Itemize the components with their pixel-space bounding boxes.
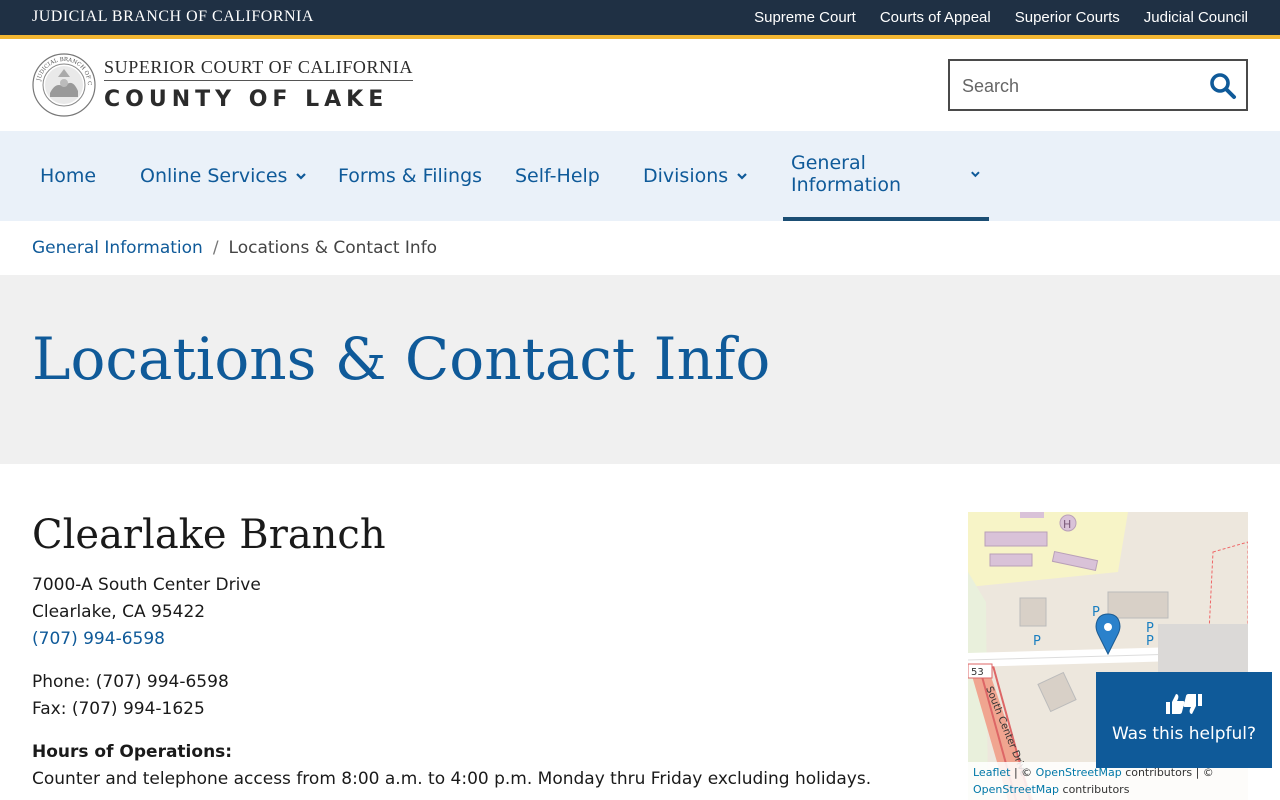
address-line-2: Clearlake, CA 95422 [32,602,206,622]
thumbs-up-down-icon [1166,694,1202,714]
phone-number: Phone: (707) 994-6598 [32,672,229,692]
search-box [948,59,1248,111]
feedback-label: Was this helpful? [1111,724,1257,744]
nav-item-label: Self-Help [515,165,600,187]
svg-text:53: 53 [971,667,984,678]
chevron-down-icon [296,173,307,180]
chevron-down-icon [971,171,980,178]
leaflet-link[interactable]: Leaflet [973,766,1010,779]
nav-item-home[interactable]: Home [40,131,96,221]
breadcrumb-link-general-information[interactable]: General Information [32,238,203,258]
site-header: JUDICIAL BRANCH OF CALIFORNIA SUPERIOR C… [0,39,1280,131]
feedback-button[interactable]: Was this helpful? [1096,672,1272,768]
nav-item-label: Divisions [643,165,729,187]
breadcrumb-separator: / [212,238,219,258]
search-input[interactable] [962,73,1202,99]
nav-item-online-services[interactable]: Online Services [140,131,307,221]
nav-item-label: General Information [791,152,901,196]
utility-link-judicial-council[interactable]: Judicial Council [1144,9,1248,26]
nav-item-divisions[interactable]: Divisions [643,131,748,221]
page-title: Locations & Contact Info [32,325,771,393]
breadcrumb: General Information / Locations & Contac… [32,238,437,258]
utility-link-supreme-court[interactable]: Supreme Court [754,9,856,26]
address-line-1: 7000-A South Center Drive [32,575,261,595]
hours-text: Counter and telephone access from 8:00 a… [32,769,872,789]
title-band: Locations & Contact Info [0,275,1280,464]
nav-item-label: Online Services [140,165,288,187]
logo-line-court: SUPERIOR COURT OF CALIFORNIA [104,57,413,81]
nav-item-label: Forms & Filings [338,165,483,187]
nav-item-general-information[interactable]: General Information [783,131,989,221]
hours-label: Hours of Operations: [32,742,233,762]
phone-link[interactable]: (707) 994-6598 [32,629,165,649]
svg-text:P: P [1146,634,1154,649]
hospital-icon: H [1063,518,1071,531]
judicial-branch-link[interactable]: JUDICIAL BRANCH OF CALIFORNIA [32,8,314,26]
main-nav: Home Online Services Forms & Filings Sel… [0,131,1280,221]
nav-item-label: Home [40,165,97,187]
branch-content: Clearlake Branch 7000-A South Center Dri… [32,512,912,793]
breadcrumb-current: Locations & Contact Info [228,238,438,258]
site-logo[interactable]: SUPERIOR COURT OF CALIFORNIA COUNTY OF L… [104,57,413,112]
utility-link-courts-of-appeal[interactable]: Courts of Appeal [880,9,991,26]
utility-bar: JUDICIAL BRANCH OF CALIFORNIA Supreme Co… [0,0,1280,39]
nav-item-self-help[interactable]: Self-Help [515,131,600,221]
svg-text:P: P [1033,634,1041,649]
nav-item-forms-filings[interactable]: Forms & Filings [338,131,482,221]
utility-links: Supreme Court Courts of Appeal Superior … [754,9,1248,26]
court-seal-icon[interactable]: JUDICIAL BRANCH OF CALIFORNIA [32,53,96,117]
logo-line-county: COUNTY OF LAKE [104,87,389,112]
fax-number: Fax: (707) 994-1625 [32,699,205,719]
chevron-down-icon [737,173,747,180]
osm-link-2[interactable]: OpenStreetMap [973,783,1059,796]
search-icon[interactable] [1208,71,1238,101]
utility-link-superior-courts[interactable]: Superior Courts [1015,9,1120,26]
branch-title: Clearlake Branch [32,512,386,558]
